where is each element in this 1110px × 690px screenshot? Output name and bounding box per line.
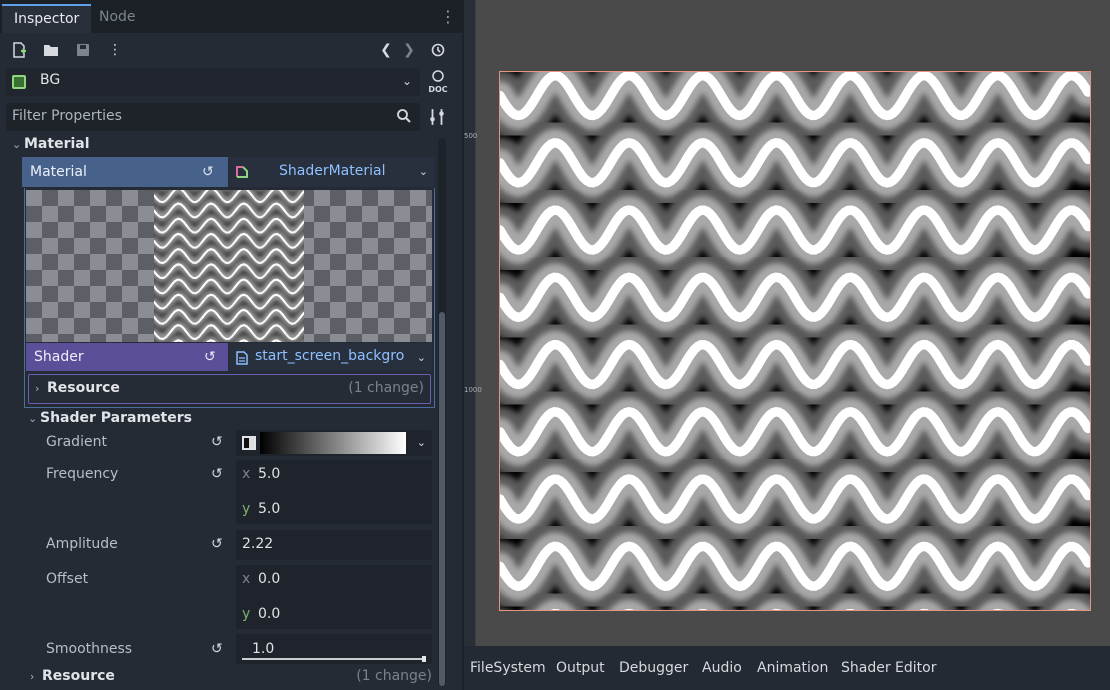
save-resource-icon[interactable]	[72, 39, 94, 61]
material-value: ShaderMaterial	[279, 163, 386, 179]
bottom-resource-subsection[interactable]: › Resource (1 change)	[30, 668, 432, 688]
axis-y-label: y	[242, 501, 251, 517]
chevron-right-icon: ›	[30, 670, 35, 683]
doc-label: DOC	[428, 85, 448, 94]
chevron-down-icon: ⌄	[418, 165, 428, 178]
material-section-header[interactable]: ⌄ Material	[12, 133, 90, 155]
smoothness-slider-knob[interactable]	[422, 656, 426, 662]
offset-x-input[interactable]: 0.0	[258, 571, 280, 587]
gradient-texture-icon	[242, 436, 256, 450]
ruler-tick-1000: 1000	[464, 386, 482, 394]
tab-filesystem[interactable]: FileSystem	[470, 660, 546, 676]
node-name: BG	[40, 72, 61, 88]
back-icon[interactable]: ❮	[375, 39, 397, 61]
shader-parameters-header[interactable]: ⌄ Shader Parameters	[28, 407, 192, 429]
tab-animation[interactable]: Animation	[757, 660, 828, 676]
axis-x-label: x	[242, 571, 251, 587]
color-rect-icon	[12, 75, 26, 89]
inspector-toolbar: ⋮ ❮ ❯	[0, 36, 462, 64]
vertical-ruler: 500 1000	[464, 0, 482, 646]
chevron-right-icon: ›	[35, 382, 40, 395]
filter-properties-input[interactable]: Filter Properties	[6, 103, 420, 131]
open-resource-icon[interactable]	[40, 39, 62, 61]
reset-icon[interactable]: ↺	[202, 164, 214, 180]
history-icon[interactable]	[427, 39, 449, 61]
reset-icon[interactable]: ↺	[211, 641, 223, 657]
shader-resource-picker[interactable]: start_screen_backgro ⌄	[229, 343, 432, 371]
new-resource-icon[interactable]	[8, 39, 30, 61]
resource-subsection[interactable]: › Resource (1 change)	[28, 374, 431, 404]
amplitude-value: 2.22	[242, 536, 274, 552]
material-preview	[26, 166, 432, 376]
tab-menu-icon[interactable]: ⋮	[440, 8, 456, 26]
filter-placeholder: Filter Properties	[12, 108, 122, 124]
chevron-down-icon: ⌄	[416, 436, 426, 449]
node-selector[interactable]: BG ⌄	[6, 68, 420, 96]
bottom-panel-tabs: FileSystem Output Debugger Audio Animati…	[464, 646, 1110, 690]
smoothness-slider[interactable]: 1.0	[236, 634, 432, 664]
forward-icon[interactable]: ❯	[398, 39, 420, 61]
tab-debugger[interactable]: Debugger	[619, 660, 688, 676]
axis-y-label: y	[242, 606, 251, 622]
inspector-panel: Inspector Node ⋮ ⋮ ❮ ❯ BG ⌄ DOC Filter P…	[0, 0, 462, 690]
offset-vector-field: x 0.0 y 0.0	[236, 565, 432, 629]
canvas-viewport[interactable]: 500 1000	[464, 0, 1110, 646]
shader-property-row: Shader ↺ start_screen_backgro ⌄	[26, 343, 432, 371]
more-icon[interactable]: ⋮	[104, 39, 126, 61]
reset-icon[interactable]: ↺	[211, 536, 223, 552]
bottom-resource-title: Resource	[42, 668, 115, 684]
shader-material-icon	[236, 166, 248, 178]
tab-output[interactable]: Output	[556, 660, 605, 676]
tab-inspector[interactable]: Inspector	[2, 4, 92, 33]
chevron-down-icon: ⌄	[401, 74, 412, 88]
reset-icon[interactable]: ↺	[204, 349, 216, 365]
tab-audio[interactable]: Audio	[702, 660, 742, 676]
reset-icon[interactable]: ↺	[211, 466, 223, 482]
shader-parameters-title: Shader Parameters	[40, 410, 192, 426]
doc-button[interactable]: DOC	[426, 70, 450, 94]
material-preview-image	[148, 166, 310, 376]
offset-label: Offset	[46, 571, 89, 587]
frequency-label: Frequency	[46, 466, 119, 482]
shader-value: start_screen_backgro	[255, 348, 405, 364]
inspector-tab-bar: Inspector Node ⋮	[0, 0, 462, 33]
gradient-label: Gradient	[46, 434, 107, 450]
resource-change-count: (1 change)	[348, 380, 424, 396]
tools-icon[interactable]	[428, 108, 448, 128]
bottom-resource-change-count: (1 change)	[356, 668, 432, 684]
frequency-y-input[interactable]: 5.0	[258, 501, 280, 517]
axis-x-label: x	[242, 466, 251, 482]
material-section-title: Material	[24, 136, 90, 152]
gradient-preview	[260, 432, 406, 454]
shader-label: Shader	[26, 343, 228, 371]
inspector-scrollbar-thumb[interactable]	[439, 312, 445, 686]
material-property-row: Material ↺ ShaderMaterial ⌄	[22, 157, 434, 187]
bg-color-rect-preview[interactable]	[499, 71, 1091, 611]
material-label: Material	[22, 157, 228, 187]
gradient-picker[interactable]: ⌄	[236, 430, 432, 456]
shader-file-icon	[236, 351, 248, 365]
frequency-x-input[interactable]: 5.0	[258, 466, 280, 482]
chevron-down-icon: ⌄	[28, 412, 38, 425]
chevron-down-icon: ⌄	[12, 138, 22, 151]
tab-shader-editor[interactable]: Shader Editor	[841, 660, 936, 676]
reset-icon[interactable]: ↺	[211, 434, 223, 450]
resource-title: Resource	[47, 380, 120, 396]
amplitude-input[interactable]: 2.22	[236, 530, 432, 560]
material-resource-picker[interactable]: ShaderMaterial ⌄	[229, 157, 434, 187]
smoothness-slider-track	[242, 658, 424, 660]
frequency-vector-field: x 5.0 y 5.0	[236, 460, 432, 524]
chevron-down-icon: ⌄	[416, 351, 426, 364]
ruler-tick-500: 500	[464, 132, 478, 140]
amplitude-label: Amplitude	[46, 536, 118, 552]
smoothness-value: 1.0	[252, 641, 275, 657]
search-icon	[396, 108, 412, 128]
offset-y-input[interactable]: 0.0	[258, 606, 280, 622]
smoothness-label: Smoothness	[46, 641, 133, 657]
tab-node[interactable]: Node	[87, 4, 148, 33]
